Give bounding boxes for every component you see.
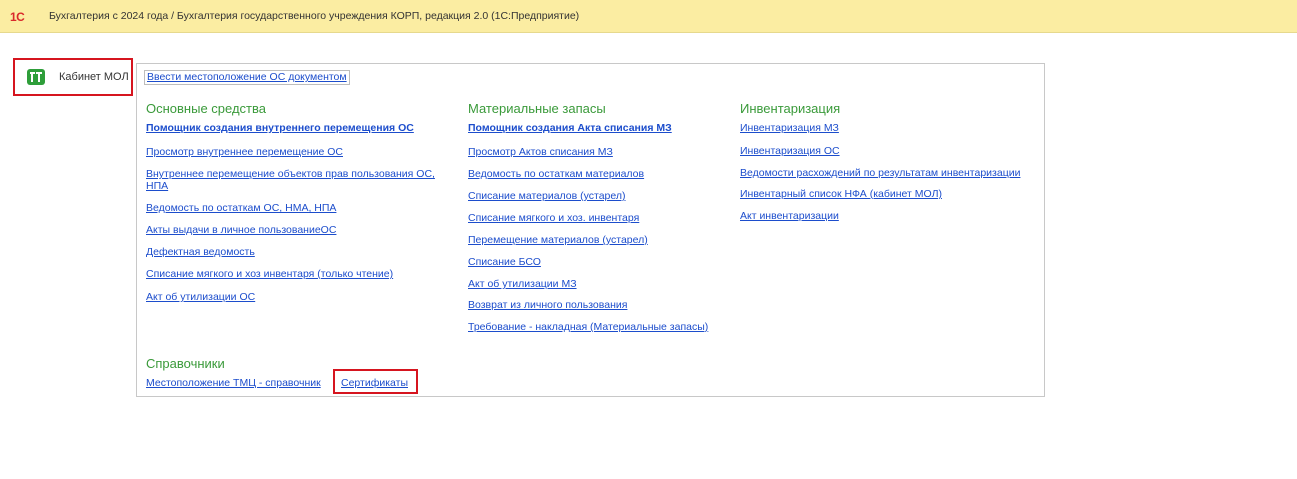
mz-link-10[interactable]: Требование - накладная (Материальные зап… (468, 321, 708, 333)
top-link-frame: Ввести местоположение ОС документом (144, 70, 350, 85)
title-bar: 1С Бухгалтерия с 2024 года / Бухгалтерия… (0, 0, 1297, 33)
sidebar-item-kabinet-mol[interactable]: Кабинет МОЛ (13, 58, 133, 96)
enter-os-location-link[interactable]: Ввести местоположение ОС документом (147, 71, 347, 83)
section-title-ref: Справочники (146, 356, 225, 371)
mz-link-5[interactable]: Списание мягкого и хоз. инвентаря (468, 212, 639, 224)
inv-link-2[interactable]: Инвентаризация ОС (740, 145, 840, 157)
section-title-os: Основные средства (146, 101, 266, 116)
os-link-8[interactable]: Акт об утилизации ОС (146, 291, 255, 303)
os-link-7[interactable]: Списание мягкого и хоз инвентаря (только… (146, 268, 393, 280)
os-link-6[interactable]: Дефектная ведомость (146, 246, 255, 258)
os-link-5[interactable]: Акты выдачи в личное пользованиеОС (146, 224, 336, 236)
1c-logo-icon: 1С (10, 10, 25, 24)
sidebar-item-label: Кабинет МОЛ (59, 71, 129, 83)
inv-link-4[interactable]: Инвентарный список НФА (кабинет МОЛ) (740, 188, 942, 200)
os-link-1[interactable]: Помощник создания внутреннего перемещени… (146, 122, 414, 134)
mz-link-9[interactable]: Возврат из личного пользования (468, 299, 627, 311)
inv-link-1[interactable]: Инвентаризация МЗ (740, 122, 839, 134)
section-title-inv: Инвентаризация (740, 101, 841, 116)
os-link-3[interactable]: Внутреннее перемещение объектов прав пол… (146, 168, 435, 180)
mz-link-6[interactable]: Перемещение материалов (устарел) (468, 234, 648, 246)
mz-link-8[interactable]: Акт об утилизации МЗ (468, 278, 577, 290)
green-pt-icon (27, 69, 45, 85)
mz-link-3[interactable]: Ведомость по остаткам материалов (468, 168, 644, 180)
ref-link-location[interactable]: Местоположение ТМЦ - справочник (146, 377, 321, 389)
inv-link-3[interactable]: Ведомости расхождений по результатам инв… (740, 167, 1020, 179)
mz-link-2[interactable]: Просмотр Актов списания МЗ (468, 146, 613, 158)
inv-link-5[interactable]: Акт инвентаризации (740, 210, 839, 222)
section-title-mz: Материальные запасы (468, 101, 606, 116)
os-link-2[interactable]: Просмотр внутреннее перемещение ОС (146, 146, 343, 158)
ref-link-certificates[interactable]: Сертификаты (341, 377, 408, 389)
mz-link-7[interactable]: Списание БСО (468, 256, 541, 268)
os-link-4[interactable]: Ведомость по остаткам ОС, НМА, НПА (146, 202, 336, 214)
mz-link-1[interactable]: Помощник создания Акта списания МЗ (468, 122, 672, 134)
mz-link-4[interactable]: Списание материалов (устарел) (468, 190, 626, 202)
os-link-3b[interactable]: НПА (146, 180, 168, 192)
window-title: Бухгалтерия с 2024 года / Бухгалтерия го… (49, 10, 580, 22)
